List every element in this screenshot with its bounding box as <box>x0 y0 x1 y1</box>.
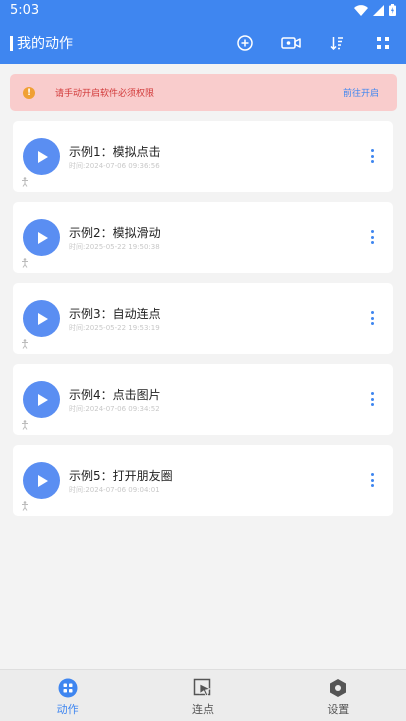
nav-label-clicks: 连点 <box>191 703 214 716</box>
nav-label-settings: 设置 <box>327 703 350 716</box>
nav-item-settings[interactable]: 设置 <box>271 670 406 721</box>
action-title: 示例5：打开朋友圈 <box>69 469 173 483</box>
action-list: 示例1：模拟点击 时间:2024-07-06 09:36:56 示例2：模拟滑动… <box>13 121 393 526</box>
person-icon <box>22 339 28 349</box>
more-options-button[interactable] <box>367 309 377 327</box>
status-time: 5:03 <box>10 2 40 18</box>
play-button[interactable] <box>23 219 60 256</box>
warning-text: 请手动开启软件必须权限 <box>55 89 155 99</box>
play-icon <box>37 474 48 487</box>
actions-nav-icon <box>58 678 78 698</box>
action-title: 示例1：模拟点击 <box>69 145 161 159</box>
action-card[interactable]: 示例5：打开朋友圈 时间:2024-07-06 09:04:01 <box>13 445 393 516</box>
nav-item-clicks[interactable]: 连点 <box>135 670 270 721</box>
more-options-button[interactable] <box>367 390 377 408</box>
wifi-icon <box>354 4 368 16</box>
go-enable-link[interactable]: 前往开启 <box>343 86 379 99</box>
title-accent-bar <box>10 35 13 51</box>
bottom-nav: 动作 连点 设置 <box>0 669 406 721</box>
person-icon <box>22 258 28 268</box>
person-icon <box>22 420 28 430</box>
action-card[interactable]: 示例2：模拟滑动 时间:2025-05-22 19:50:38 <box>13 202 393 273</box>
person-icon <box>22 177 28 187</box>
play-icon <box>37 150 48 163</box>
warning-icon: ! <box>23 86 35 99</box>
action-time: 时间:2024-07-06 09:36:56 <box>69 162 160 170</box>
app-header: 5:03 我的动作 <box>0 0 406 64</box>
action-title: 示例3：自动连点 <box>69 307 161 321</box>
video-camera-icon <box>281 37 301 49</box>
add-button[interactable] <box>222 24 268 62</box>
toolbar: 我的动作 <box>0 24 406 62</box>
action-time: 时间:2025-05-22 19:53:19 <box>69 324 160 332</box>
signal-icon <box>373 4 384 16</box>
play-icon <box>37 231 48 244</box>
action-title: 示例2：模拟滑动 <box>69 226 161 240</box>
action-card[interactable]: 示例3：自动连点 时间:2025-05-22 19:53:19 <box>13 283 393 354</box>
sort-icon <box>330 37 343 50</box>
person-icon <box>22 501 28 511</box>
action-time: 时间:2025-05-22 19:50:38 <box>69 243 160 251</box>
play-button[interactable] <box>23 138 60 175</box>
action-time: 时间:2024-07-06 09:04:01 <box>69 486 160 494</box>
nav-item-actions[interactable]: 动作 <box>0 670 135 721</box>
sort-button[interactable] <box>314 24 360 62</box>
record-button[interactable] <box>268 24 314 62</box>
page-title: 我的动作 <box>17 36 73 52</box>
status-icons <box>354 4 396 16</box>
more-options-button[interactable] <box>367 147 377 165</box>
grid-icon <box>377 37 389 49</box>
play-button[interactable] <box>23 462 60 499</box>
permission-warning-banner: ! 请手动开启软件必须权限 前往开启 <box>10 74 397 111</box>
play-icon <box>37 312 48 325</box>
toolbar-icons <box>222 24 406 62</box>
status-bar: 5:03 <box>0 0 406 20</box>
more-options-button[interactable] <box>367 228 377 246</box>
menu-grid-button[interactable] <box>360 24 406 62</box>
cursor-icon <box>193 678 213 698</box>
settings-hex-icon <box>328 678 348 698</box>
action-title: 示例4：点击图片 <box>69 388 161 402</box>
more-options-button[interactable] <box>367 471 377 489</box>
action-time: 时间:2024-07-06 09:34:52 <box>69 405 160 413</box>
action-card[interactable]: 示例4：点击图片 时间:2024-07-06 09:34:52 <box>13 364 393 435</box>
action-card[interactable]: 示例1：模拟点击 时间:2024-07-06 09:36:56 <box>13 121 393 192</box>
battery-icon <box>389 4 396 16</box>
play-icon <box>37 393 48 406</box>
nav-label-actions: 动作 <box>56 703 79 716</box>
play-button[interactable] <box>23 381 60 418</box>
add-icon <box>237 35 253 51</box>
play-button[interactable] <box>23 300 60 337</box>
